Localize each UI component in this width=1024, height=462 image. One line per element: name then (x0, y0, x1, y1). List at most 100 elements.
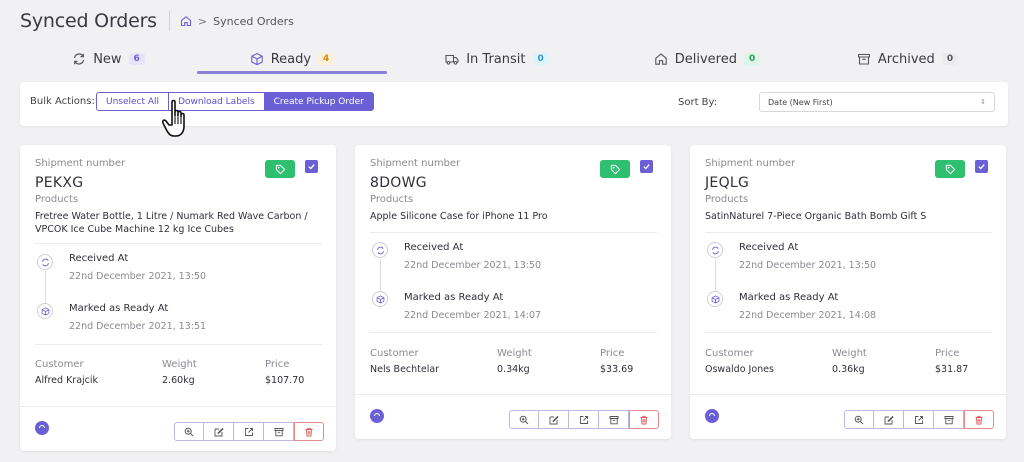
price-value: $107.70 (265, 375, 305, 386)
open-external-button[interactable] (569, 410, 599, 429)
received-timeline-icon (37, 254, 53, 270)
received-timeline-icon (372, 242, 388, 258)
tab-archived[interactable]: Archived 0 (807, 44, 1008, 74)
status-icon (374, 413, 380, 417)
marked-ready-date: 22nd December 2021, 13:51 (69, 321, 207, 332)
tag-icon (275, 164, 285, 174)
price-label: Price (600, 348, 625, 359)
tab-delivered[interactable]: Delivered 0 (607, 44, 807, 74)
breadcrumb: > Synced Orders (180, 15, 294, 28)
bulk-actions-group: Unselect All Download Labels Create Pick… (96, 92, 374, 111)
delete-button[interactable] (629, 410, 659, 429)
label-tag-button[interactable] (600, 160, 630, 178)
shipment-number-label: Shipment number (370, 158, 461, 169)
shipment-number: JEQLG (705, 175, 750, 191)
delete-button[interactable] (964, 410, 994, 429)
divider (35, 243, 322, 244)
view-button[interactable] (174, 422, 204, 441)
view-button[interactable] (844, 410, 874, 429)
marked-ready-date: 22nd December 2021, 14:08 (739, 310, 877, 321)
trash-icon (640, 415, 648, 424)
unselect-all-button[interactable]: Unselect All (96, 92, 170, 111)
customer-value: Nels Bechtelar (370, 364, 440, 375)
select-checkbox[interactable] (640, 160, 653, 173)
status-indicator (705, 409, 719, 423)
divider (705, 332, 992, 333)
tab-ready[interactable]: Ready 4 (197, 44, 387, 74)
edit-button[interactable] (874, 410, 904, 429)
label-tag-button[interactable] (265, 160, 295, 178)
archive-button[interactable] (264, 422, 294, 441)
divider (705, 232, 992, 233)
received-timeline-icon (707, 242, 723, 258)
weight-label: Weight (832, 348, 867, 359)
label-tag-button[interactable] (935, 160, 965, 178)
open-external-button[interactable] (234, 422, 264, 441)
tab-count-badge: 0 (532, 53, 549, 65)
select-arrows-icon: ⇕ (980, 98, 986, 106)
delete-button[interactable] (294, 422, 324, 441)
weight-value: 0.34kg (497, 364, 530, 375)
zoom-icon (519, 415, 529, 424)
shipment-card: Shipment number JEQLG Products SatinNatu… (690, 145, 1006, 439)
tab-new[interactable]: New 6 (20, 44, 197, 74)
received-at-label: Received At (404, 242, 464, 253)
check-icon (978, 164, 985, 170)
divider (370, 332, 657, 333)
create-pickup-order-button[interactable]: Create Pickup Order (264, 92, 374, 111)
marked-ready-label: Marked as Ready At (69, 303, 169, 314)
archive-button[interactable] (934, 410, 964, 429)
card-actions (174, 422, 324, 441)
shipment-card: Shipment number 8DOWG Products Apple Sil… (355, 145, 671, 439)
customer-label: Customer (705, 348, 754, 359)
external-link-icon (244, 427, 253, 436)
active-tab-indicator (197, 71, 387, 74)
open-external-button[interactable] (904, 410, 934, 429)
sort-by-select[interactable]: Date (New First) ⇕ (759, 92, 995, 112)
select-checkbox[interactable] (305, 160, 318, 173)
divider (20, 406, 336, 407)
ready-timeline-icon (37, 303, 53, 319)
external-link-icon (914, 415, 923, 424)
archive-button[interactable] (599, 410, 629, 429)
shipment-number-label: Shipment number (705, 158, 796, 169)
products-label: Products (370, 194, 414, 205)
price-value: $31.87 (935, 364, 969, 375)
truck-icon (445, 54, 459, 65)
box-icon (250, 52, 263, 66)
archive-icon (609, 415, 618, 424)
page-header: Synced Orders > Synced Orders (20, 8, 294, 34)
ready-timeline-icon (372, 291, 388, 307)
status-icon (39, 425, 45, 429)
edit-icon (214, 427, 224, 436)
customer-label: Customer (35, 359, 84, 370)
tag-icon (945, 164, 955, 174)
ready-timeline-icon (707, 291, 723, 307)
divider (690, 394, 1006, 395)
weight-label: Weight (162, 359, 197, 370)
shipment-number-label: Shipment number (35, 158, 126, 169)
tab-label: Archived (877, 51, 935, 67)
edit-button[interactable] (539, 410, 569, 429)
view-button[interactable] (509, 410, 539, 429)
marked-ready-label: Marked as Ready At (404, 292, 504, 303)
tab-in-transit[interactable]: In Transit 0 (387, 44, 607, 74)
customer-value: Alfred Krajcik (35, 375, 99, 386)
tab-label: New (93, 51, 122, 67)
divider (35, 344, 322, 345)
products-value: SatinNaturel 7-Piece Organic Bath Bomb G… (705, 211, 927, 222)
weight-value: 2.60kg (162, 375, 195, 386)
edit-button[interactable] (204, 422, 234, 441)
trash-icon (975, 415, 983, 424)
select-checkbox[interactable] (975, 160, 988, 173)
products-value: Apple Silicone Case for iPhone 11 Pro (370, 211, 548, 222)
shipment-card: Shipment number PEKXG Products Fretree W… (20, 145, 336, 451)
weight-value: 0.36kg (832, 364, 865, 375)
weight-label: Weight (497, 348, 532, 359)
page-title: Synced Orders (20, 10, 157, 32)
card-actions (844, 410, 994, 429)
external-link-icon (579, 415, 588, 424)
home-icon (655, 53, 667, 65)
home-icon[interactable] (180, 15, 192, 27)
zoom-icon (184, 427, 194, 436)
